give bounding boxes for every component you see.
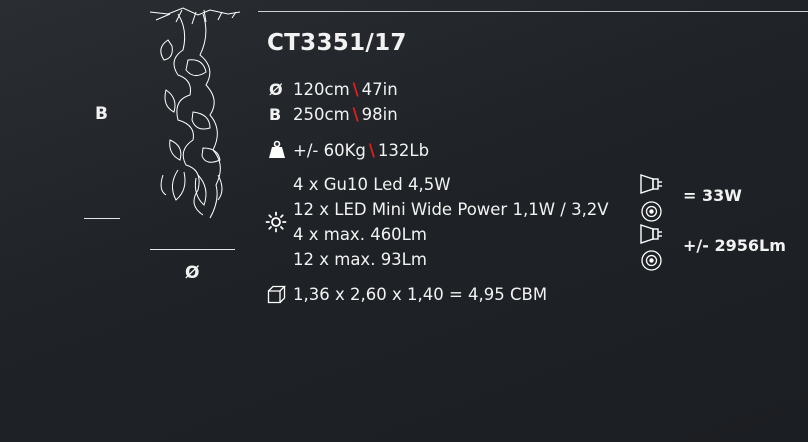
height-row: B 250cm \ 98in	[269, 105, 398, 125]
height-in: 98in	[361, 105, 398, 124]
height-cm: 250cm	[293, 105, 350, 124]
height-symbol: B	[269, 105, 282, 124]
bulb-line-3: 4 x max. 460Lm	[293, 225, 427, 244]
diameter-dimension-line	[150, 249, 235, 250]
separator: \	[352, 80, 359, 99]
box-icon	[267, 285, 286, 304]
spotlight-gu10-icon	[640, 174, 662, 194]
diameter-in: 47in	[361, 80, 398, 99]
led-disc-icon	[641, 250, 662, 271]
bulb-line-4: 12 x max. 93Lm	[293, 250, 427, 269]
weight-lb: 132Lb	[377, 141, 430, 160]
bulb-line-2: 12 x LED Mini Wide Power 1,1W / 3,2V	[293, 200, 609, 219]
height-dimension-label: B	[95, 104, 108, 124]
spotlight-gu10-icon	[640, 224, 662, 244]
diameter-cm: 120cm	[293, 80, 350, 99]
diameter-dimension-label: Ø	[185, 263, 200, 283]
product-code: CT3351/17	[267, 30, 407, 56]
height-dimension-line	[84, 218, 120, 219]
weight-kg: +/- 60Kg	[293, 141, 366, 160]
separator: \	[368, 141, 375, 160]
sun-icon	[265, 211, 287, 233]
diameter-row: Ø 120cm \ 47in	[269, 80, 398, 100]
top-rule	[258, 11, 808, 12]
weight-row: +/- 60Kg \ 132Lb	[293, 141, 429, 161]
bulb-line-1: 4 x Gu10 Led 4,5W	[293, 175, 451, 194]
total-lumen: +/- 2956Lm	[683, 236, 786, 255]
weight-icon	[269, 140, 285, 158]
total-power: = 33W	[683, 186, 742, 205]
separator: \	[352, 105, 359, 124]
diameter-symbol: Ø	[269, 80, 283, 99]
packaging-volume: 1,36 x 2,60 x 1,40 = 4,95 CBM	[293, 285, 548, 304]
chandelier-illustration	[149, 7, 241, 219]
led-disc-icon	[641, 201, 662, 222]
